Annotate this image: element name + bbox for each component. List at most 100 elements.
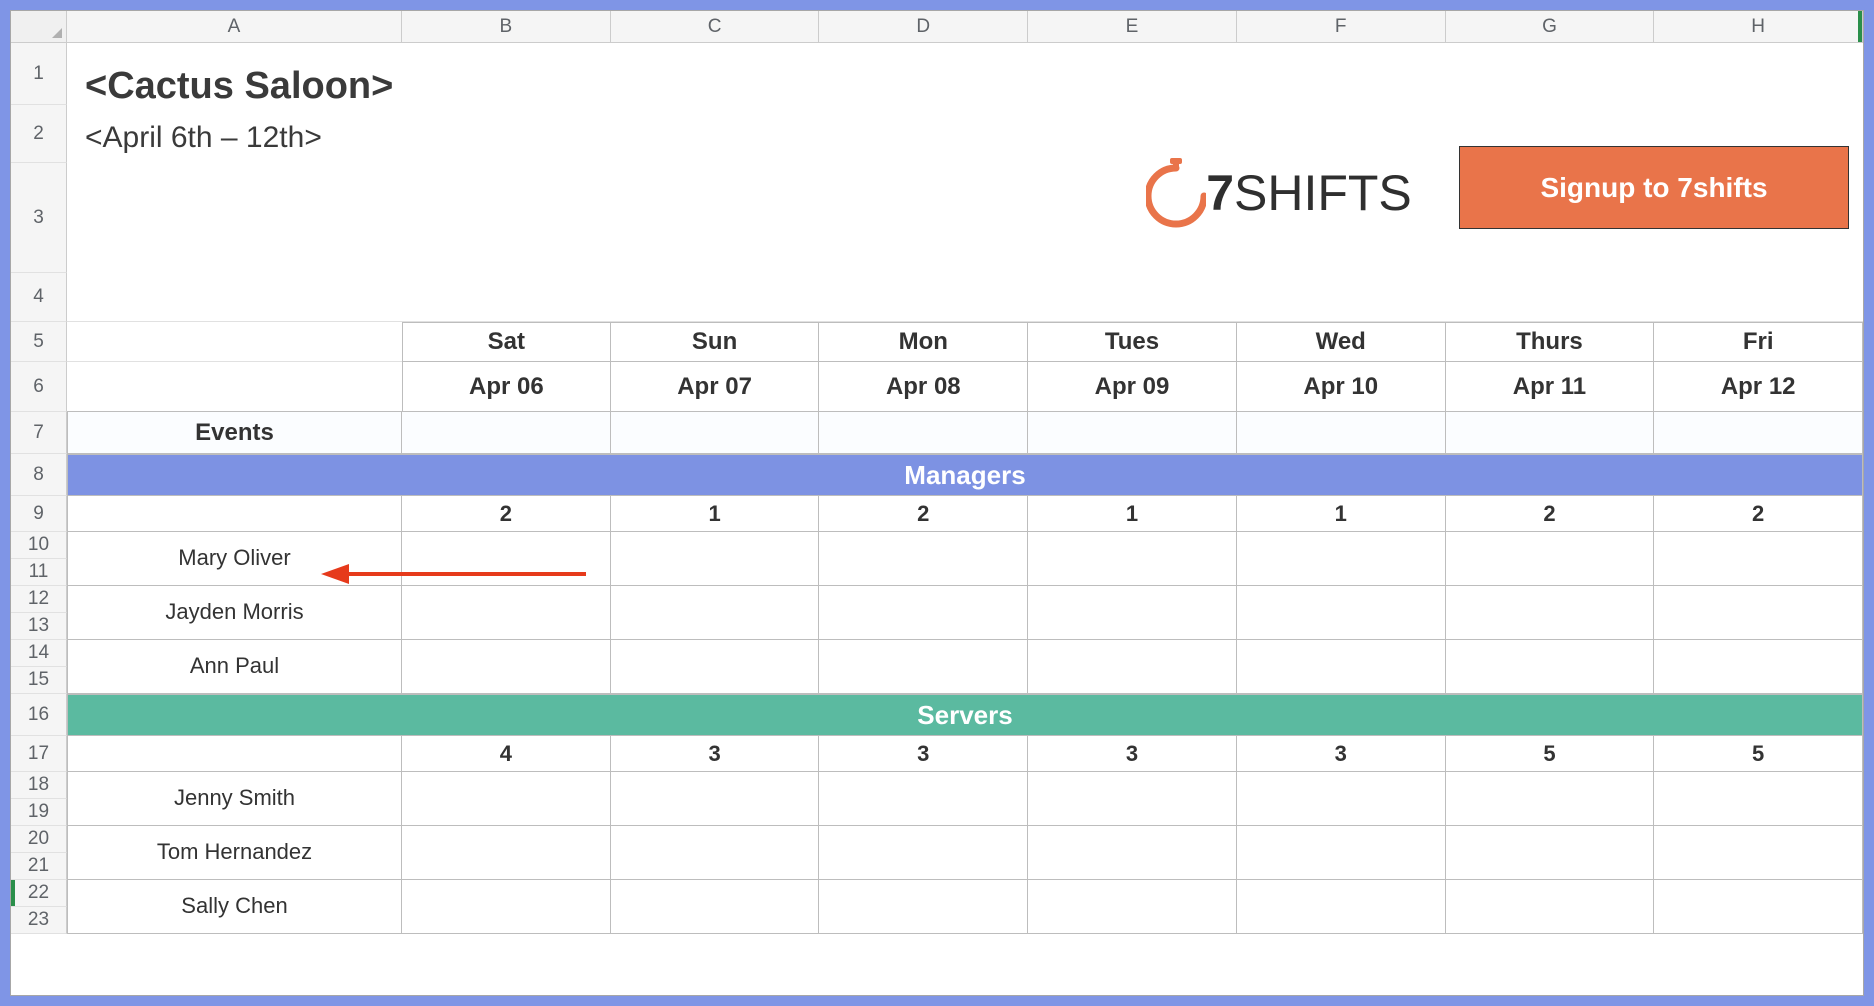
shift-cell[interactable] xyxy=(1654,799,1863,826)
shift-cell[interactable] xyxy=(67,559,402,586)
select-all-corner[interactable] xyxy=(11,11,67,42)
manager-count[interactable]: 2 xyxy=(1654,496,1863,532)
shift-cell[interactable] xyxy=(1654,880,1863,907)
shift-cell[interactable] xyxy=(402,586,611,613)
shift-cell[interactable] xyxy=(402,880,611,907)
shift-cell[interactable] xyxy=(1028,532,1237,559)
shift-cell[interactable] xyxy=(819,826,1028,853)
shift-cell[interactable] xyxy=(819,799,1028,826)
shift-cell[interactable] xyxy=(1446,586,1655,613)
blank-cell[interactable] xyxy=(67,736,402,772)
row-header-20[interactable]: 20 xyxy=(11,826,67,853)
shift-cell[interactable] xyxy=(819,907,1028,934)
shift-cell[interactable] xyxy=(1654,667,1863,694)
row-header-14[interactable]: 14 xyxy=(11,640,67,667)
server-count[interactable]: 3 xyxy=(611,736,820,772)
manager-count[interactable]: 1 xyxy=(611,496,820,532)
shift-cell[interactable] xyxy=(402,826,611,853)
row-header-3[interactable]: 3 xyxy=(11,163,67,273)
shift-cell[interactable] xyxy=(1446,532,1655,559)
manager-count[interactable]: 2 xyxy=(1446,496,1655,532)
shift-cell[interactable] xyxy=(402,907,611,934)
shift-cell[interactable] xyxy=(67,853,402,880)
shift-cell[interactable] xyxy=(1654,586,1863,613)
row-header-1[interactable]: 1 xyxy=(11,43,67,105)
shift-cell[interactable] xyxy=(1028,559,1237,586)
server-count[interactable]: 3 xyxy=(819,736,1028,772)
shift-cell[interactable] xyxy=(611,907,820,934)
row-header-6[interactable]: 6 xyxy=(11,362,67,412)
event-cell[interactable] xyxy=(819,412,1028,454)
row-header-22[interactable]: 22 xyxy=(11,880,67,907)
server-count[interactable]: 5 xyxy=(1654,736,1863,772)
day-label[interactable]: Fri xyxy=(1654,322,1863,362)
event-cell[interactable] xyxy=(402,412,611,454)
event-cell[interactable] xyxy=(1028,412,1237,454)
row-header-8[interactable]: 8 xyxy=(11,454,67,496)
shift-cell[interactable] xyxy=(1237,772,1446,799)
shift-cell[interactable] xyxy=(1654,772,1863,799)
shift-cell[interactable] xyxy=(1654,907,1863,934)
shift-cell[interactable] xyxy=(1654,532,1863,559)
server-count[interactable]: 3 xyxy=(1237,736,1446,772)
shift-cell[interactable] xyxy=(1028,907,1237,934)
day-label[interactable]: Sat xyxy=(402,322,611,362)
shift-cell[interactable] xyxy=(1446,613,1655,640)
events-label[interactable]: Events xyxy=(67,412,402,454)
col-header-H[interactable]: H xyxy=(1654,11,1863,42)
shift-cell[interactable] xyxy=(1028,667,1237,694)
server-count[interactable]: 5 xyxy=(1446,736,1655,772)
shift-cell[interactable] xyxy=(67,799,402,826)
shift-cell[interactable] xyxy=(1028,586,1237,613)
shift-cell[interactable] xyxy=(1237,586,1446,613)
row-header-9[interactable]: 9 xyxy=(11,496,67,532)
row-header-16[interactable]: 16 xyxy=(11,694,67,736)
shift-cell[interactable] xyxy=(1654,613,1863,640)
day-label[interactable]: Tues xyxy=(1028,322,1237,362)
date-label[interactable]: Apr 11 xyxy=(1446,362,1655,412)
row-header-5[interactable]: 5 xyxy=(11,322,67,362)
spreadsheet-grid[interactable]: A B C D E F G H 1 2 3 4 <Cactus Saloon> … xyxy=(11,11,1863,995)
shift-cell[interactable] xyxy=(1654,640,1863,667)
shift-cell[interactable] xyxy=(611,667,820,694)
row-header-21[interactable]: 21 xyxy=(11,853,67,880)
shift-cell[interactable] xyxy=(819,586,1028,613)
shift-cell[interactable] xyxy=(1028,826,1237,853)
col-header-F[interactable]: F xyxy=(1237,11,1446,42)
shift-cell[interactable] xyxy=(1446,772,1655,799)
manager-count[interactable]: 1 xyxy=(1237,496,1446,532)
shift-cell[interactable] xyxy=(819,853,1028,880)
shift-cell[interactable] xyxy=(1446,826,1655,853)
shift-cell[interactable] xyxy=(611,559,820,586)
col-header-B[interactable]: B xyxy=(402,11,611,42)
shift-cell[interactable] xyxy=(819,772,1028,799)
manager-count[interactable]: 1 xyxy=(1028,496,1237,532)
col-header-A[interactable]: A xyxy=(67,11,402,42)
shift-cell[interactable] xyxy=(402,799,611,826)
shift-cell[interactable] xyxy=(402,559,611,586)
day-label[interactable]: Sun xyxy=(611,322,820,362)
row-header-4[interactable]: 4 xyxy=(11,273,67,322)
shift-cell[interactable] xyxy=(611,826,820,853)
shift-cell[interactable] xyxy=(611,853,820,880)
shift-cell[interactable] xyxy=(1237,532,1446,559)
date-label[interactable]: Apr 08 xyxy=(819,362,1028,412)
shift-cell[interactable] xyxy=(67,907,402,934)
shift-cell[interactable] xyxy=(1446,559,1655,586)
row-header-7[interactable]: 7 xyxy=(11,412,67,454)
date-label[interactable]: Apr 09 xyxy=(1028,362,1237,412)
date-label[interactable]: Apr 06 xyxy=(402,362,611,412)
shift-cell[interactable] xyxy=(611,586,820,613)
shift-cell[interactable] xyxy=(819,559,1028,586)
date-label[interactable]: Apr 12 xyxy=(1654,362,1863,412)
row-header-11[interactable]: 11 xyxy=(11,559,67,586)
date-label[interactable]: Apr 10 xyxy=(1237,362,1446,412)
event-cell[interactable] xyxy=(1446,412,1655,454)
shift-cell[interactable] xyxy=(611,613,820,640)
manager-count[interactable]: 2 xyxy=(402,496,611,532)
shift-cell[interactable] xyxy=(1028,613,1237,640)
col-header-E[interactable]: E xyxy=(1028,11,1237,42)
shift-cell[interactable] xyxy=(1446,799,1655,826)
shift-cell[interactable] xyxy=(1654,853,1863,880)
shift-cell[interactable] xyxy=(1446,667,1655,694)
